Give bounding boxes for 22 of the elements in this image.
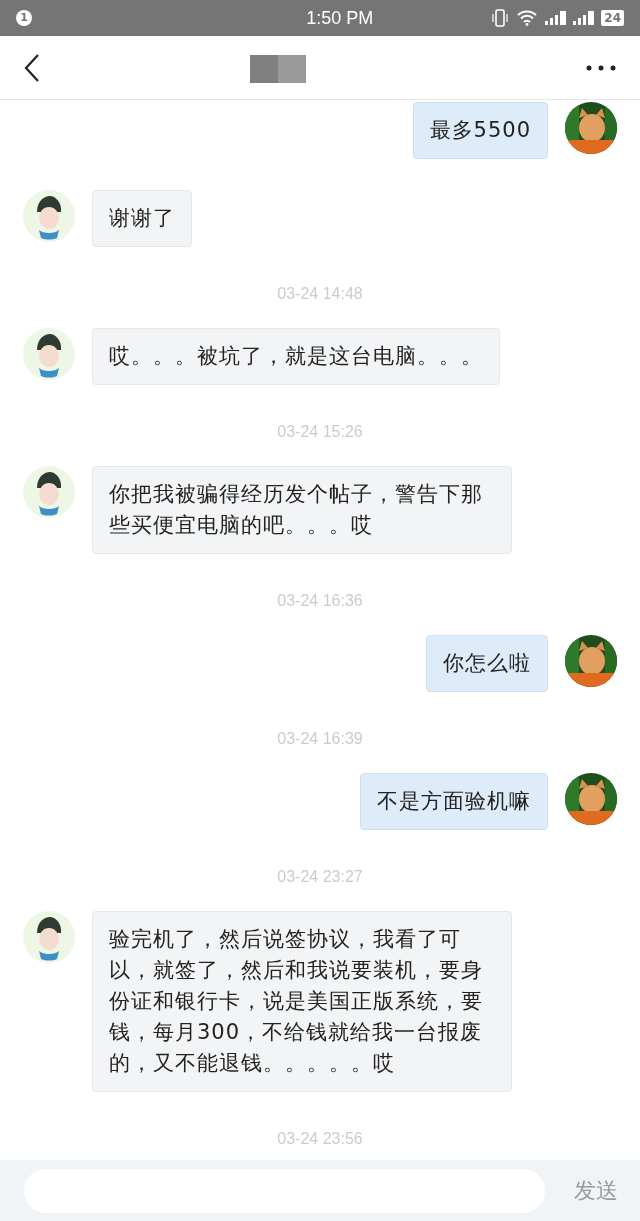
message-bubble: 不是方面验机嘛 [360,773,548,830]
avatar-drawing[interactable] [23,466,75,518]
battery-indicator: 24 [601,10,624,26]
more-icon[interactable] [586,64,616,71]
message-bubble: 你把我被骗得经历发个帖子，警告下那些买便宜电脑的吧。。。哎 [92,466,512,554]
notification-badge: 1 [16,10,32,26]
back-icon[interactable] [24,53,40,82]
redacted-title [250,55,306,83]
vibrate-icon [491,9,510,27]
message-bubble: 谢谢了 [92,190,192,247]
signal-icon [573,11,596,25]
avatar-drawing[interactable] [23,328,75,380]
send-button[interactable]: 发送 [574,1174,618,1207]
signal-icon [545,11,568,25]
message-bubble: 验完机了，然后说签协议，我看了可以，就签了，然后和我说要装机，要身份证和银行卡，说是美国正版系统，要钱，每月300，不给钱就给我一台报废的，又不能退钱。。。。。哎 [92,911,512,1092]
avatar-drawing[interactable] [23,911,75,963]
avatar-drawing[interactable] [23,190,75,242]
message-bubble: 哎。。。被坑了，就是这台电脑。。。 [92,328,500,385]
message-bubble: 你怎么啦 [426,635,548,692]
wifi-icon [517,10,538,26]
clock: 1:50 PM [306,6,374,30]
message-bubble: 最多5500 [412,102,548,159]
